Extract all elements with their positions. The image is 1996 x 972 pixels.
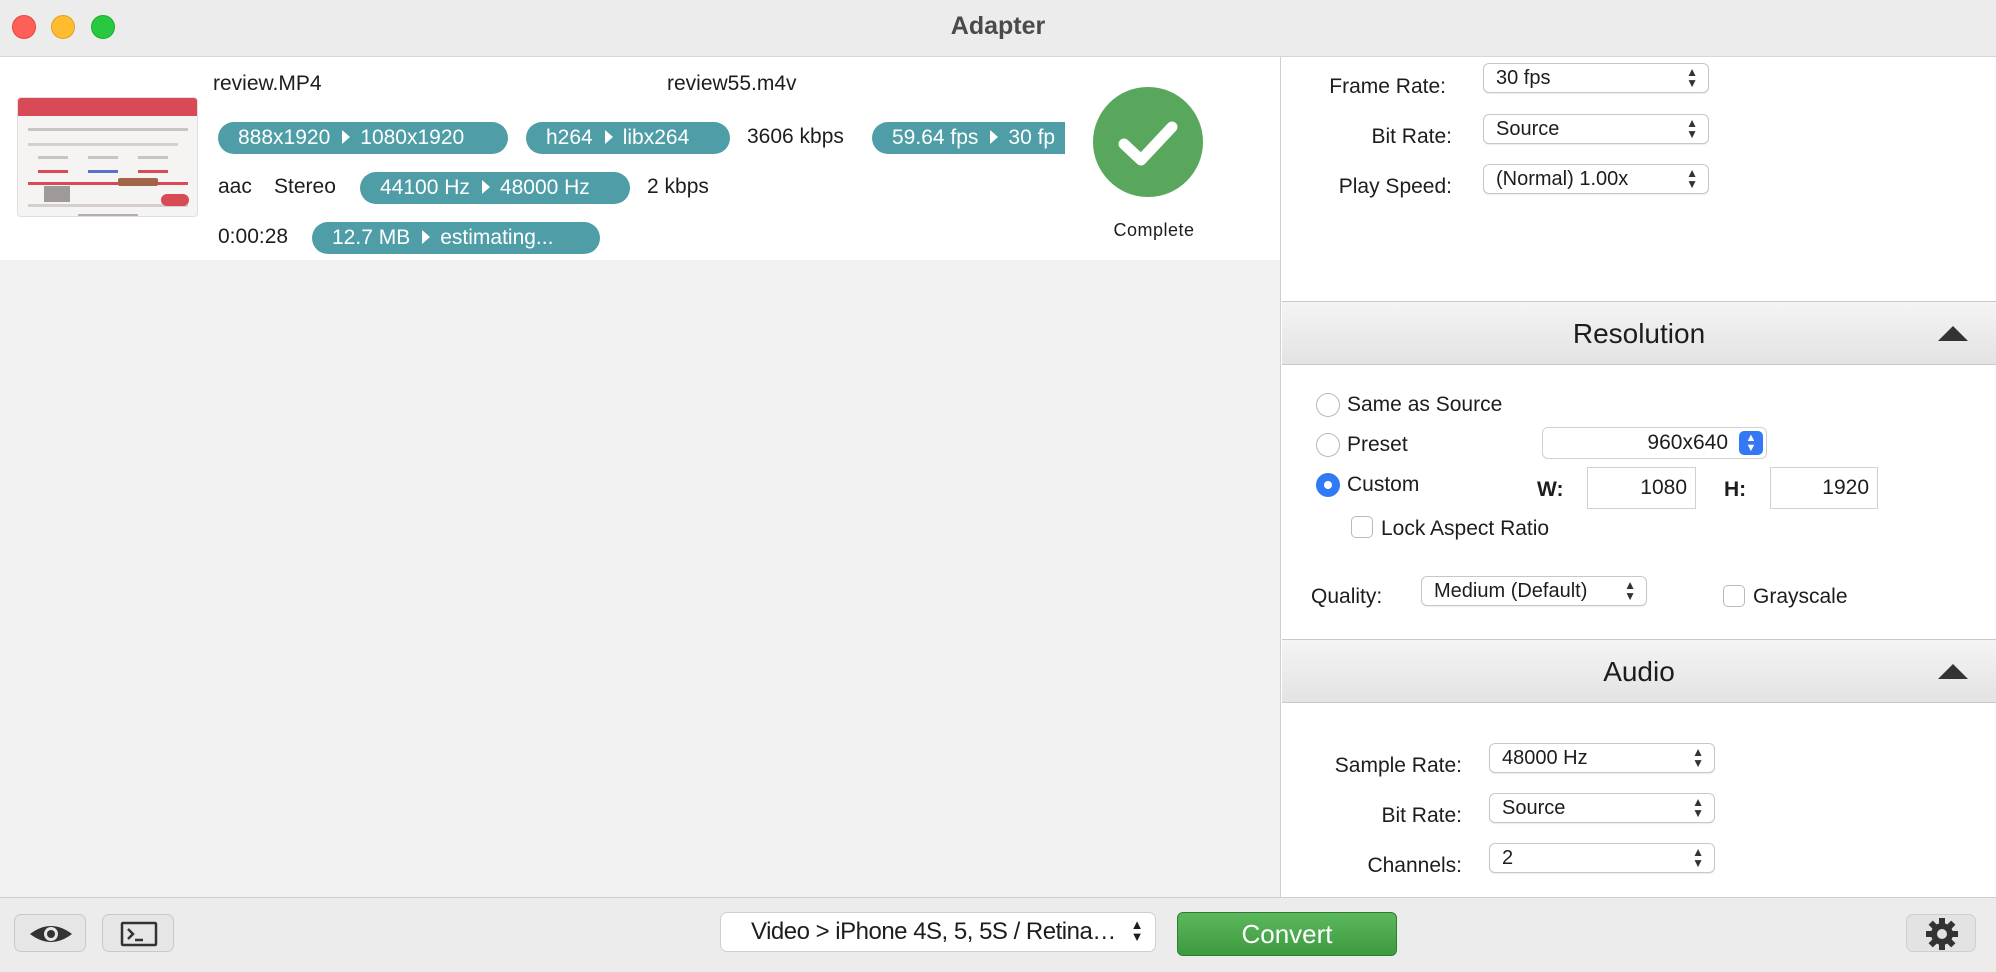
bottom-toolbar: Video > iPhone 4S, 5, 5S / Retina… ▲ ▼ Co… bbox=[0, 897, 1996, 972]
output-filename: review55.m4v bbox=[667, 72, 797, 95]
complete-checkmark-icon bbox=[1093, 87, 1203, 197]
preset-label: Preset bbox=[1347, 433, 1408, 456]
up-down-chevron-icon: ▲ ▼ bbox=[1624, 578, 1636, 603]
output-preset-value: Video > iPhone 4S, 5, 5S / Retina… bbox=[751, 918, 1116, 945]
resolution-pill: 888x1920 1080x1920 bbox=[218, 122, 508, 154]
custom-label: Custom bbox=[1347, 473, 1420, 496]
sample-rate-label: Sample Rate: bbox=[1334, 754, 1462, 777]
custom-radio[interactable] bbox=[1316, 473, 1340, 497]
resolution-to: 1080x1920 bbox=[360, 126, 465, 149]
up-down-chevron-icon: ▲ ▼ bbox=[1686, 116, 1698, 141]
width-label: W: bbox=[1537, 478, 1564, 501]
gear-icon bbox=[1926, 918, 1958, 950]
codec-to: libx264 bbox=[622, 126, 690, 149]
resolution-preset-value: 960x640 bbox=[1647, 431, 1728, 454]
audio-codec: aac bbox=[218, 175, 252, 198]
size-from: 12.7 MB bbox=[332, 226, 411, 249]
frame-rate-label: Frame Rate: bbox=[1329, 75, 1446, 98]
frame-rate-select[interactable]: 30 fps ▲ ▼ bbox=[1483, 63, 1709, 93]
settings-panel: Frame Rate: 30 fps ▲ ▼ Bit Rate: Source ▲… bbox=[1282, 57, 1996, 897]
arrow-right-icon bbox=[342, 130, 351, 145]
title-bar: Adapter bbox=[0, 0, 1996, 57]
fps-to: 30 fp bbox=[1008, 126, 1056, 149]
audio-section-title: Audio bbox=[1603, 656, 1675, 687]
video-bitrate: 3606 kbps bbox=[747, 125, 844, 148]
play-speed-label: Play Speed: bbox=[1338, 175, 1452, 198]
up-down-chevron-icon: ▲ ▼ bbox=[1686, 166, 1698, 191]
up-down-chevron-icon: ▲ ▼ bbox=[1692, 845, 1704, 870]
audio-bit-rate-select[interactable]: Source ▲ ▼ bbox=[1489, 793, 1715, 823]
convert-button[interactable]: Convert bbox=[1177, 912, 1397, 956]
quality-label: Quality: bbox=[1311, 585, 1383, 608]
settings-button[interactable] bbox=[1906, 914, 1976, 952]
fps-pill: 59.64 fps 30 fp bbox=[872, 122, 1065, 154]
height-field[interactable]: 1920 bbox=[1770, 467, 1878, 509]
job-row[interactable]: review.MP4 review55.m4v 888x1920 1080x192… bbox=[0, 57, 1280, 260]
resolution-section-title: Resolution bbox=[1572, 318, 1706, 349]
up-down-chevron-icon: ▲ ▼ bbox=[1686, 65, 1698, 90]
same-as-source-radio[interactable] bbox=[1316, 393, 1340, 417]
quality-value: Medium (Default) bbox=[1434, 580, 1588, 602]
resolution-from: 888x1920 bbox=[238, 126, 331, 149]
window-title: Adapter bbox=[950, 12, 1046, 40]
video-bit-rate-label: Bit Rate: bbox=[1371, 125, 1452, 148]
collapse-triangle-icon[interactable] bbox=[1938, 326, 1968, 341]
width-field[interactable]: 1080 bbox=[1587, 467, 1696, 509]
audio-bit-rate-label: Bit Rate: bbox=[1381, 804, 1462, 827]
sample-rate-select[interactable]: 48000 Hz ▲ ▼ bbox=[1489, 743, 1715, 773]
lock-aspect-ratio-checkbox[interactable] bbox=[1351, 516, 1373, 538]
arrow-right-icon bbox=[990, 130, 999, 145]
up-down-chevron-icon: ▲ ▼ bbox=[1130, 917, 1144, 944]
job-list: review.MP4 review55.m4v 888x1920 1080x192… bbox=[0, 57, 1281, 897]
video-bit-rate-select[interactable]: Source ▲ ▼ bbox=[1483, 114, 1709, 144]
video-thumbnail bbox=[17, 97, 198, 217]
codec-pill: h264 libx264 bbox=[526, 122, 730, 154]
sample-rate-value: 48000 Hz bbox=[1502, 747, 1588, 769]
resolution-preset-select[interactable]: 960x640 ▲ ▼ bbox=[1542, 427, 1767, 459]
channels-select[interactable]: 2 ▲ ▼ bbox=[1489, 843, 1715, 873]
status-label: Complete bbox=[1113, 220, 1195, 240]
sample-rate-from: 44100 Hz bbox=[380, 176, 470, 199]
audio-bit-rate-value: Source bbox=[1502, 797, 1566, 819]
source-filename: review.MP4 bbox=[213, 72, 322, 95]
terminal-icon bbox=[120, 921, 158, 947]
preview-button[interactable] bbox=[14, 914, 86, 952]
up-down-chevron-icon: ▲ ▼ bbox=[1692, 795, 1704, 820]
audio-section-header[interactable]: Audio bbox=[1282, 639, 1996, 703]
channels-value: 2 bbox=[1502, 847, 1514, 869]
codec-from: h264 bbox=[546, 126, 593, 149]
up-down-chevron-icon: ▲ ▼ bbox=[1692, 745, 1704, 770]
play-speed-select[interactable]: (Normal) 1.00x ▲ ▼ bbox=[1483, 164, 1709, 194]
arrow-right-icon bbox=[604, 130, 613, 145]
frame-rate-value: 30 fps bbox=[1496, 67, 1551, 89]
sample-rate-to: 48000 Hz bbox=[499, 176, 590, 199]
audio-channels: Stereo bbox=[274, 175, 336, 198]
preset-radio[interactable] bbox=[1316, 433, 1340, 457]
arrow-right-icon bbox=[422, 230, 431, 245]
arrow-right-icon bbox=[481, 180, 490, 195]
quality-select[interactable]: Medium (Default) ▲ ▼ bbox=[1421, 576, 1647, 606]
log-button[interactable] bbox=[102, 914, 174, 952]
size-to: estimating... bbox=[440, 226, 554, 249]
video-bit-rate-value: Source bbox=[1496, 118, 1560, 140]
up-down-chevron-icon: ▲ ▼ bbox=[1739, 431, 1763, 455]
grayscale-label: Grayscale bbox=[1753, 585, 1848, 608]
collapse-triangle-icon[interactable] bbox=[1938, 664, 1968, 679]
resolution-section-header[interactable]: Resolution bbox=[1282, 301, 1996, 365]
output-preset-select[interactable]: Video > iPhone 4S, 5, 5S / Retina… ▲ ▼ bbox=[720, 912, 1156, 952]
same-as-source-label: Same as Source bbox=[1347, 393, 1503, 416]
channels-label: Channels: bbox=[1367, 854, 1462, 877]
sample-rate-pill: 44100 Hz 48000 Hz bbox=[360, 172, 630, 204]
duration: 0:00:28 bbox=[218, 225, 289, 248]
lock-aspect-ratio-label: Lock Aspect Ratio bbox=[1381, 517, 1550, 540]
size-pill: 12.7 MB estimating... bbox=[312, 222, 600, 254]
audio-bitrate: 2 kbps bbox=[647, 175, 709, 198]
play-speed-value: (Normal) 1.00x bbox=[1496, 168, 1629, 190]
grayscale-checkbox[interactable] bbox=[1723, 585, 1745, 607]
fps-from: 59.64 fps bbox=[892, 126, 979, 149]
eye-icon bbox=[30, 926, 72, 942]
height-label: H: bbox=[1724, 478, 1747, 501]
